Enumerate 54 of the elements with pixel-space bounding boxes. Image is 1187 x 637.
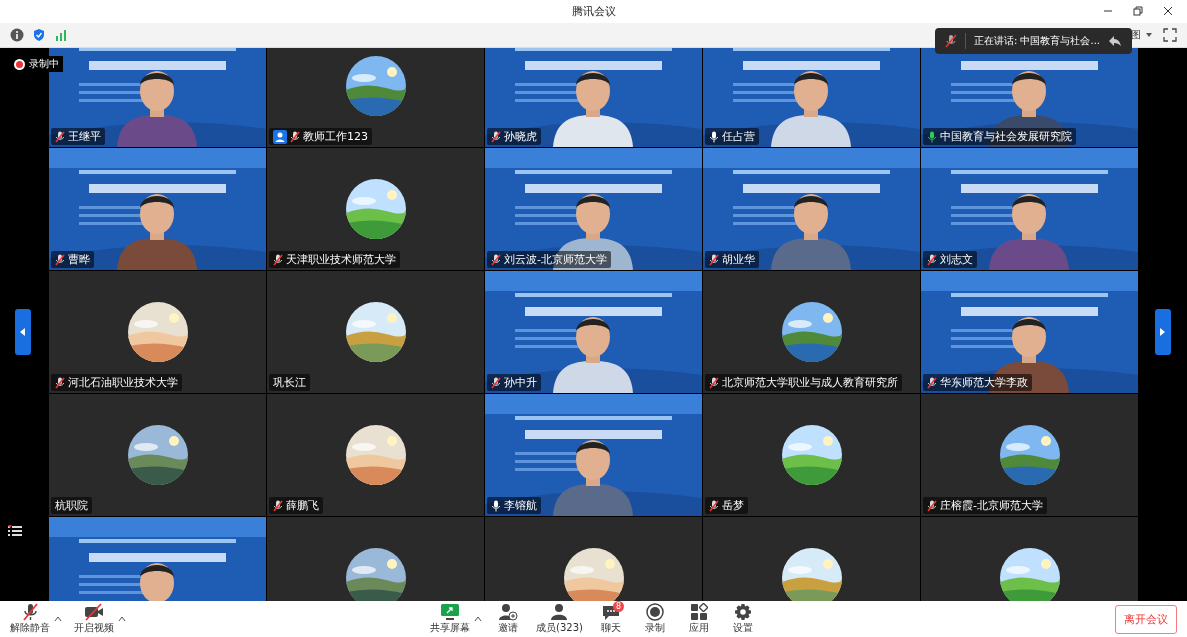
share-button[interactable]: 共享屏幕 — [428, 603, 472, 635]
participant-name: 杭职院 — [55, 498, 88, 513]
participant-name: 孙晓虎 — [504, 129, 537, 144]
chevron-right-icon — [1160, 328, 1166, 336]
participant-name: 北京师范大学职业与成人教育研究所 — [722, 375, 898, 390]
previous-page-button[interactable] — [15, 309, 31, 355]
caret-icon — [1145, 32, 1153, 38]
mic-muted-icon — [944, 34, 957, 48]
participant-name: 教师工作123 — [303, 129, 368, 144]
participant-name: 华东师范大学李政 — [940, 375, 1028, 390]
apps-icon — [688, 603, 709, 621]
caret-icon[interactable] — [118, 616, 126, 622]
participant-name: 孙中升 — [504, 375, 537, 390]
caret-icon[interactable] — [54, 616, 62, 622]
speaker-name: 正在讲话: 中国教育与社会... — [973, 34, 1100, 48]
list-icon[interactable] — [8, 525, 22, 537]
members-button[interactable]: 成员(323) — [534, 603, 585, 635]
unread-badge: 8 — [612, 601, 624, 612]
record-button[interactable]: 录制 — [636, 603, 673, 635]
next-page-button[interactable] — [1155, 309, 1171, 355]
participant-name: 河北石油职业技术大学 — [68, 375, 178, 390]
participant-name: 曹晔 — [68, 252, 90, 267]
participant-name: 任占营 — [722, 129, 755, 144]
fullscreen-icon[interactable] — [1163, 28, 1177, 42]
participant-name: 薛鹏飞 — [286, 498, 319, 513]
leave-meeting-button[interactable]: 离开会议 — [1115, 604, 1177, 634]
participant-name: 岳梦 — [722, 498, 744, 513]
participant-name: 刘云波-北京师范大学 — [504, 252, 607, 267]
participant-name: 巩长江 — [273, 375, 306, 390]
close-icon[interactable] — [1163, 6, 1173, 16]
shield-icon[interactable] — [32, 28, 46, 42]
participant-name: 刘志文 — [940, 252, 973, 267]
unmute-button[interactable]: 解除静音 — [8, 603, 52, 635]
participant-name: 胡业华 — [722, 252, 755, 267]
participant-name: 庄榕霞-北京师范大学 — [940, 498, 1043, 513]
window-title: 腾讯会议 — [571, 4, 616, 19]
start-video-button[interactable]: 开启视频 — [72, 603, 116, 635]
participant-name: 天津职业技术师范大学 — [286, 252, 396, 267]
participant-name: 中国教育与社会发展研究院 — [940, 129, 1072, 144]
reply-icon[interactable] — [1108, 35, 1122, 47]
participant-name: 李镕航 — [504, 498, 537, 513]
recording-indicator: 录制中 — [10, 56, 63, 72]
chevron-left-icon — [20, 328, 26, 336]
record-icon — [644, 603, 665, 621]
camera-off-icon — [84, 603, 104, 621]
restore-icon[interactable] — [1133, 6, 1143, 16]
info-icon[interactable] — [10, 28, 24, 42]
settings-button[interactable]: 设置 — [724, 603, 761, 635]
participant-name: 王继平 — [68, 129, 101, 144]
invite-button[interactable]: 邀请 — [490, 603, 526, 635]
mic-muted-icon — [21, 603, 39, 621]
person-icon — [549, 603, 570, 621]
apps-button[interactable]: 应用 — [680, 603, 717, 635]
caret-icon[interactable] — [474, 616, 482, 622]
